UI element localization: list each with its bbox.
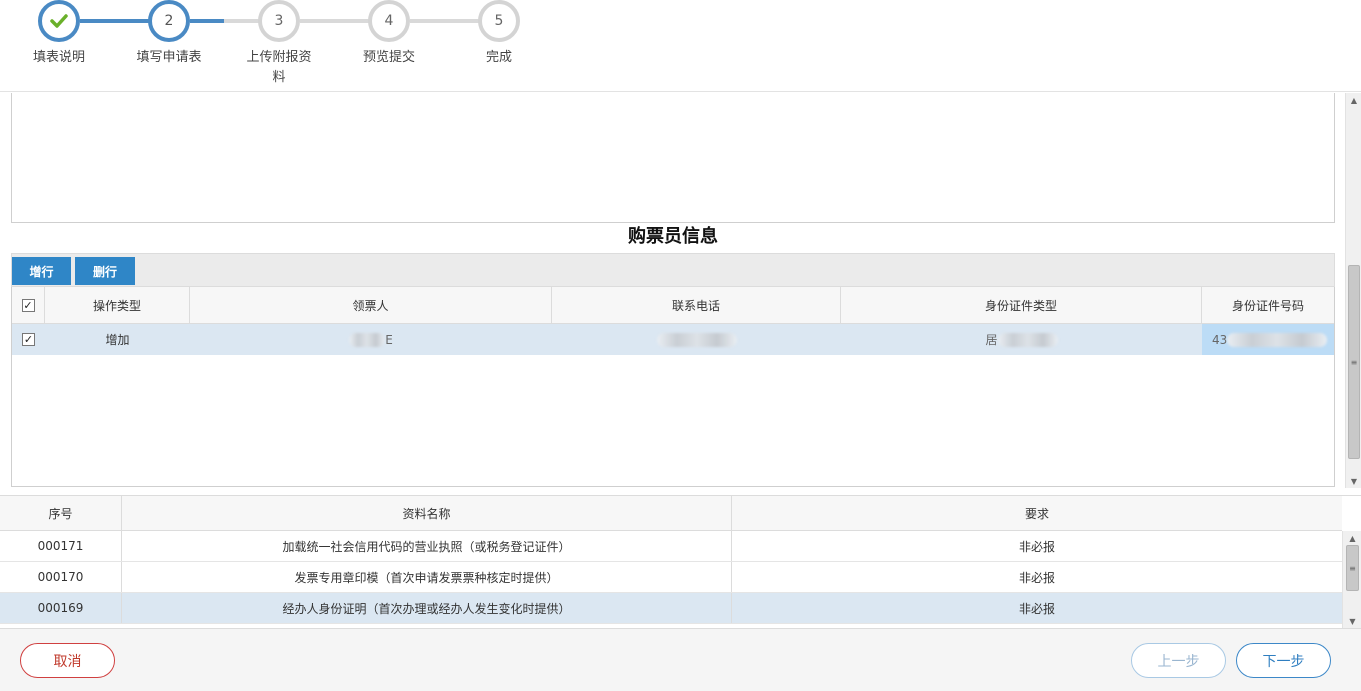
step-4-number: 4 <box>384 13 394 29</box>
step-5-number: 5 <box>494 13 504 29</box>
table-row[interactable]: 000170 发票专用章印模（首次申请发票票种核定时提供） 非必报 <box>0 562 1342 593</box>
step-4-circle[interactable]: 4 <box>368 0 410 42</box>
step-connector-3 <box>300 19 370 23</box>
footer-bar: 取消 上一步 下一步 <box>0 628 1361 691</box>
step-4-label: 预览提交 <box>362 50 415 65</box>
material-name-cell: 加载统一社会信用代码的营业执照（或税务登记证件） <box>122 531 732 561</box>
section-title: 购票员信息 <box>628 226 718 247</box>
step-2-circle[interactable]: 2 <box>148 0 190 42</box>
redacted-text <box>1227 332 1328 347</box>
header-material-name[interactable]: 资料名称 <box>122 496 732 530</box>
header-seq[interactable]: 序号 <box>0 496 122 530</box>
header-operation-type[interactable]: 操作类型 <box>45 287 190 323</box>
step-3-number: 3 <box>274 13 284 29</box>
step-3-label: 上传附报资料 <box>246 50 312 85</box>
previous-section-box <box>11 93 1335 223</box>
id-number-cell[interactable]: 43 <box>1202 324 1334 355</box>
requirement-cell: 非必报 <box>1018 570 1055 585</box>
table-row[interactable]: ✓ 增加 E 居 43 <box>12 324 1334 355</box>
material-name-cell: 经办人身份证明（首次办理或经办人发生变化时提供） <box>122 593 732 623</box>
recipient-partial-text: E <box>385 332 393 347</box>
requirement-cell: 非必报 <box>1018 539 1055 554</box>
scrollbar-thumb[interactable]: ≡ <box>1348 265 1360 459</box>
seq-cell: 000171 <box>0 531 122 561</box>
step-1-label: 填表说明 <box>32 50 85 65</box>
step-connector-2a <box>190 19 224 23</box>
phone-cell[interactable] <box>552 324 841 355</box>
table-row[interactable]: 000169 经办人身份证明（首次办理或经办人发生变化时提供） 非必报 <box>0 593 1342 624</box>
step-2-label: 填写申请表 <box>136 50 202 65</box>
id-type-partial-text: 居 <box>985 333 998 347</box>
scrollbar-thumb[interactable]: ≡ <box>1346 545 1359 591</box>
header-recipient[interactable]: 领票人 <box>190 287 552 323</box>
recipient-cell[interactable]: E <box>190 324 552 355</box>
redacted-text <box>349 332 386 347</box>
header-id-type[interactable]: 身份证件类型 <box>841 287 1202 323</box>
step-2-number: 2 <box>164 13 174 29</box>
header-id-number[interactable]: 身份证件号码 <box>1202 287 1334 323</box>
scroll-up-arrow-icon[interactable]: ▲ <box>1343 531 1361 545</box>
scroll-down-arrow-icon[interactable]: ▼ <box>1346 474 1361 488</box>
next-step-button[interactable]: 下一步 <box>1236 643 1331 678</box>
id-type-cell[interactable]: 居 <box>841 324 1202 355</box>
operation-type-cell[interactable]: 增加 <box>45 324 190 355</box>
id-number-partial-text: 43 <box>1212 332 1228 347</box>
buyer-grid: ✓ 操作类型 领票人 联系电话 身份证件类型 身份证件号码 ✓ 增加 E 居 4… <box>11 287 1335 487</box>
row-select-cell: ✓ <box>12 324 45 355</box>
select-all-checkbox[interactable]: ✓ <box>21 298 35 312</box>
buyer-grid-header: ✓ 操作类型 领票人 联系电话 身份证件类型 身份证件号码 <box>12 287 1334 324</box>
scroll-down-arrow-icon[interactable]: ▼ <box>1343 614 1361 628</box>
step-connector-1 <box>80 19 150 23</box>
table-row[interactable]: 000171 加载统一社会信用代码的营业执照（或税务登记证件） 非必报 <box>0 531 1342 562</box>
redacted-text <box>997 332 1058 347</box>
step-5-circle[interactable]: 5 <box>478 0 520 42</box>
delete-row-button[interactable]: 删行 <box>75 257 135 285</box>
progress-stepper: 2 3 4 5 填表说明 填写申请表 上传附报资料 预览提交 完成 <box>0 0 1361 92</box>
step-5-label: 完成 <box>485 50 512 65</box>
row-checkbox[interactable]: ✓ <box>22 333 35 346</box>
materials-table: 序号 资料名称 要求 000171 加载统一社会信用代码的营业执照（或税务登记证… <box>0 495 1361 628</box>
step-3-circle[interactable]: 3 <box>258 0 300 42</box>
grid-toolbar: 增行 删行 <box>11 253 1335 287</box>
main-scrollbar[interactable]: ▲ ≡ ▼ <box>1345 93 1361 488</box>
step-connector-4 <box>410 19 480 23</box>
application-form-page: 2 3 4 5 填表说明 填写申请表 上传附报资料 预览提交 完成 购票员信息 … <box>0 0 1361 691</box>
seq-cell: 000170 <box>0 562 122 592</box>
header-phone[interactable]: 联系电话 <box>552 287 841 323</box>
header-select-all-cell: ✓ <box>12 287 45 323</box>
check-icon <box>50 14 68 28</box>
header-requirement[interactable]: 要求 <box>732 496 1342 530</box>
step-connector-2b <box>224 19 260 23</box>
previous-step-button[interactable]: 上一步 <box>1131 643 1226 678</box>
material-name-cell: 发票专用章印模（首次申请发票票种核定时提供） <box>122 562 732 592</box>
seq-cell: 000169 <box>0 593 122 623</box>
requirement-cell: 非必报 <box>1018 601 1055 616</box>
add-row-button[interactable]: 增行 <box>12 257 71 285</box>
scroll-up-arrow-icon[interactable]: ▲ <box>1346 93 1361 107</box>
cancel-button[interactable]: 取消 <box>20 643 115 678</box>
materials-scrollbar[interactable]: ▲ ≡ ▼ <box>1342 531 1361 628</box>
redacted-text <box>656 332 737 347</box>
materials-header: 序号 资料名称 要求 <box>0 496 1342 531</box>
step-1-circle[interactable] <box>38 0 80 42</box>
